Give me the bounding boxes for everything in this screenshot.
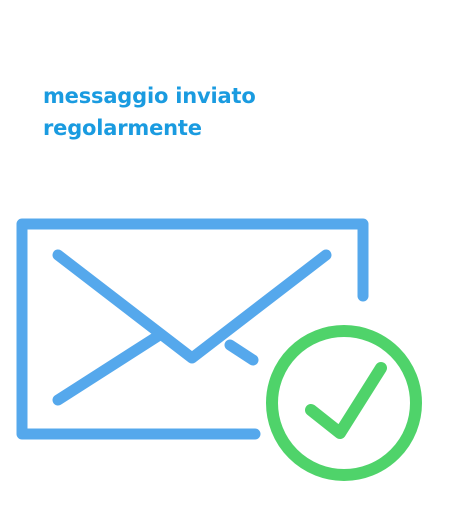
sent-illustration <box>16 218 422 481</box>
check-circle-icon <box>266 325 422 481</box>
